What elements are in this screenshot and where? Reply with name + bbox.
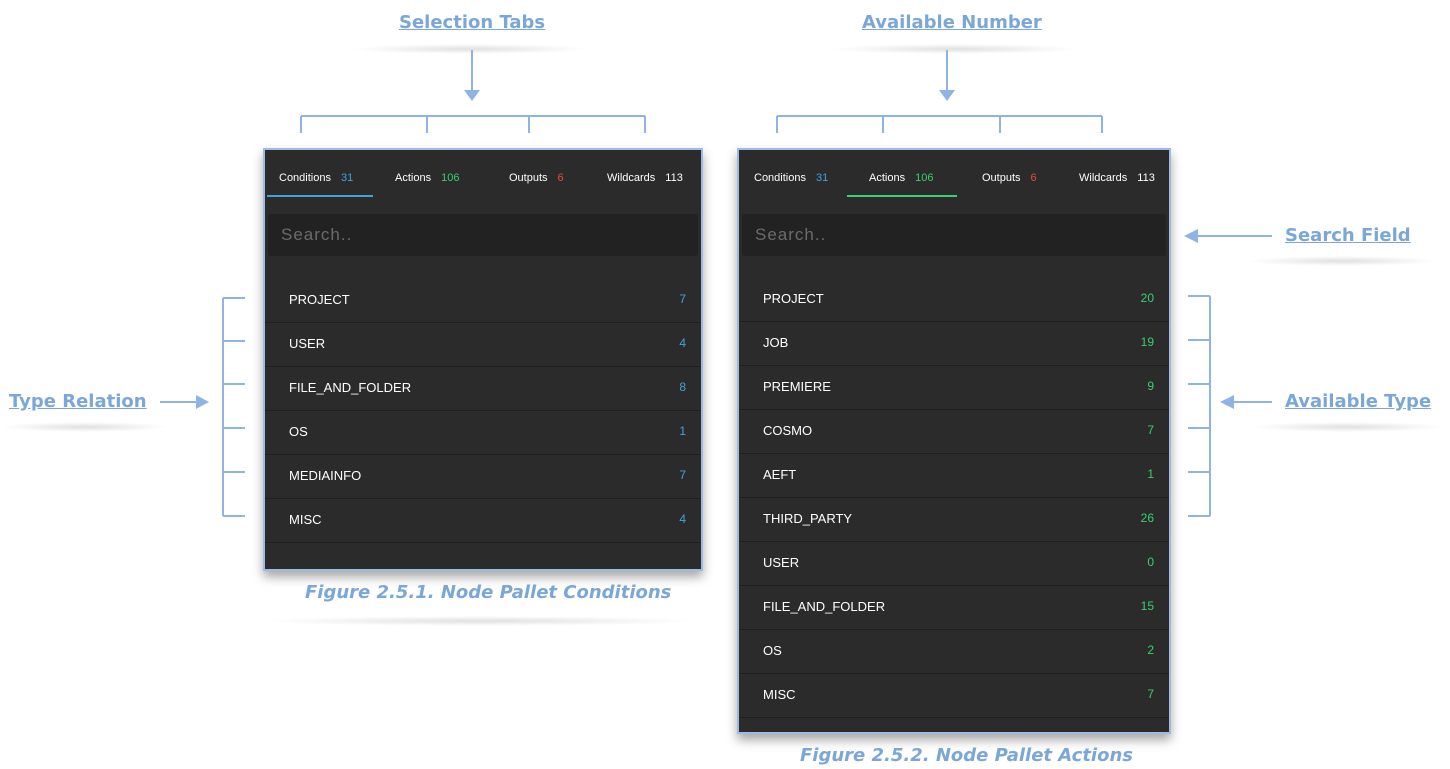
list-item[interactable]: JOB 19 [739, 321, 1169, 366]
list-item-count: 1 [679, 424, 686, 438]
tab-actions[interactable]: Actions 106 [395, 172, 459, 184]
tab-conditions[interactable]: Conditions 31 [754, 172, 828, 184]
list-item[interactable]: FILE_AND_FOLDER 15 [739, 585, 1169, 630]
list-item[interactable]: MEDIAINFO 7 [265, 454, 701, 499]
search-placeholder: Search.. [281, 225, 353, 244]
tab-count: 6 [557, 172, 564, 184]
search-input[interactable]: Search.. [268, 214, 698, 256]
list-item-count: 7 [1147, 423, 1154, 437]
list-item-label: COSMO [763, 423, 813, 438]
tab-wildcards[interactable]: Wildcards 113 [1079, 172, 1155, 184]
tab-count: 106 [441, 172, 460, 184]
available-type-arrowhead [1220, 395, 1234, 409]
list-item-count: 7 [679, 292, 686, 306]
list-item-label: USER [289, 336, 326, 351]
available-number-arrowhead [939, 90, 955, 101]
tab-count: 113 [665, 172, 683, 184]
active-tab-indicator [267, 195, 373, 197]
type-relation-arrowhead [196, 395, 209, 409]
tab-count: 31 [340, 172, 354, 184]
list-item-label: OS [289, 424, 308, 439]
selection-tabs-arrowhead [464, 90, 480, 101]
list-item-label: PROJECT [763, 291, 824, 306]
list-item[interactable]: PREMIERE 9 [739, 365, 1169, 410]
list-item-count: 9 [1147, 379, 1154, 393]
tab-outputs[interactable]: Outputs 6 [509, 172, 564, 184]
tab-label: Outputs [982, 172, 1021, 184]
tab-label: Actions [869, 172, 906, 184]
list-item-label: JOB [763, 335, 789, 350]
tab-count: 31 [815, 172, 829, 184]
tab-label: Actions [395, 172, 432, 184]
tab-label: Wildcards [1079, 172, 1128, 184]
list-item[interactable]: MISC 4 [265, 498, 701, 543]
list-item[interactable]: AEFT 1 [739, 453, 1169, 498]
list-item-count: 2 [1147, 643, 1154, 657]
node-pallet-conditions-panel: Conditions 31 Actions 106 Outputs 6 Wildcar… [263, 148, 703, 571]
list-item-label: MEDIAINFO [289, 468, 362, 483]
list-item-label: MISC [289, 512, 322, 527]
tab-outputs[interactable]: Outputs 6 [982, 172, 1037, 184]
list-item-label: OS [763, 643, 782, 658]
tab-count: 106 [915, 172, 934, 184]
tab-bar: Conditions 31 Actions 106 Outputs 6 Wildcar… [265, 150, 701, 200]
list-item[interactable]: OS 1 [265, 410, 701, 455]
list-item-label: FILE_AND_FOLDER [289, 380, 412, 395]
tab-label: Conditions [279, 172, 331, 184]
list-item[interactable]: MISC 7 [739, 673, 1169, 718]
tab-count: 113 [1137, 172, 1155, 184]
active-tab-indicator [847, 195, 957, 197]
list-item-count: 15 [1140, 599, 1154, 613]
list-item-count: 26 [1140, 511, 1154, 525]
figure-caption-actions: Figure 2.5.2. Node Pallet Actions [800, 745, 1133, 766]
tab-wildcards[interactable]: Wildcards 113 [607, 172, 683, 184]
list-item[interactable]: PROJECT 20 [739, 277, 1169, 322]
list-item-label: PROJECT [289, 292, 350, 307]
tab-conditions[interactable]: Conditions 31 [279, 172, 353, 184]
list-item-label: MISC [763, 687, 796, 702]
list-item-count: 1 [1147, 467, 1154, 481]
annotation-lines [160, 50, 1272, 517]
list-item[interactable]: THIRD_PARTY 26 [739, 497, 1169, 542]
list-item-count: 4 [679, 336, 686, 350]
tab-label: Outputs [509, 172, 548, 184]
tab-actions[interactable]: Actions 106 [869, 172, 933, 184]
tab-label: Wildcards [607, 172, 656, 184]
list-item-count: 7 [679, 468, 686, 482]
node-pallet-actions-panel: Conditions 31 Actions 106 Outputs 6 Wildcar… [737, 148, 1171, 734]
list-item-count: 7 [1147, 687, 1154, 701]
caption-shadow [260, 616, 700, 626]
list-item-label: FILE_AND_FOLDER [763, 599, 886, 614]
list-item-label: THIRD_PARTY [763, 511, 853, 526]
list-item[interactable]: USER 4 [265, 322, 701, 367]
list-item[interactable]: PROJECT 7 [265, 278, 701, 323]
list-item-count: 8 [679, 380, 686, 394]
list-item-count: 19 [1140, 335, 1154, 349]
search-input[interactable]: Search.. [742, 214, 1166, 256]
list-item[interactable]: OS 2 [739, 629, 1169, 674]
list-item-label: AEFT [763, 467, 797, 482]
list-item[interactable]: USER 0 [739, 541, 1169, 586]
figure-caption-conditions: Figure 2.5.1. Node Pallet Conditions [305, 582, 672, 603]
list-item-count: 0 [1147, 555, 1154, 569]
search-placeholder: Search.. [755, 225, 827, 244]
list-item[interactable]: FILE_AND_FOLDER 8 [265, 366, 701, 411]
list-item-count: 20 [1140, 291, 1154, 305]
list-item[interactable]: COSMO 7 [739, 409, 1169, 454]
list-item-count: 4 [679, 512, 686, 526]
list-item-label: USER [763, 555, 800, 570]
search-field-arrowhead [1184, 229, 1198, 243]
list-item-label: PREMIERE [763, 379, 831, 394]
tab-bar: Conditions 31 Actions 106 Outputs 6 Wildcar… [739, 150, 1169, 200]
tab-count: 6 [1030, 172, 1037, 184]
tab-label: Conditions [754, 172, 806, 184]
